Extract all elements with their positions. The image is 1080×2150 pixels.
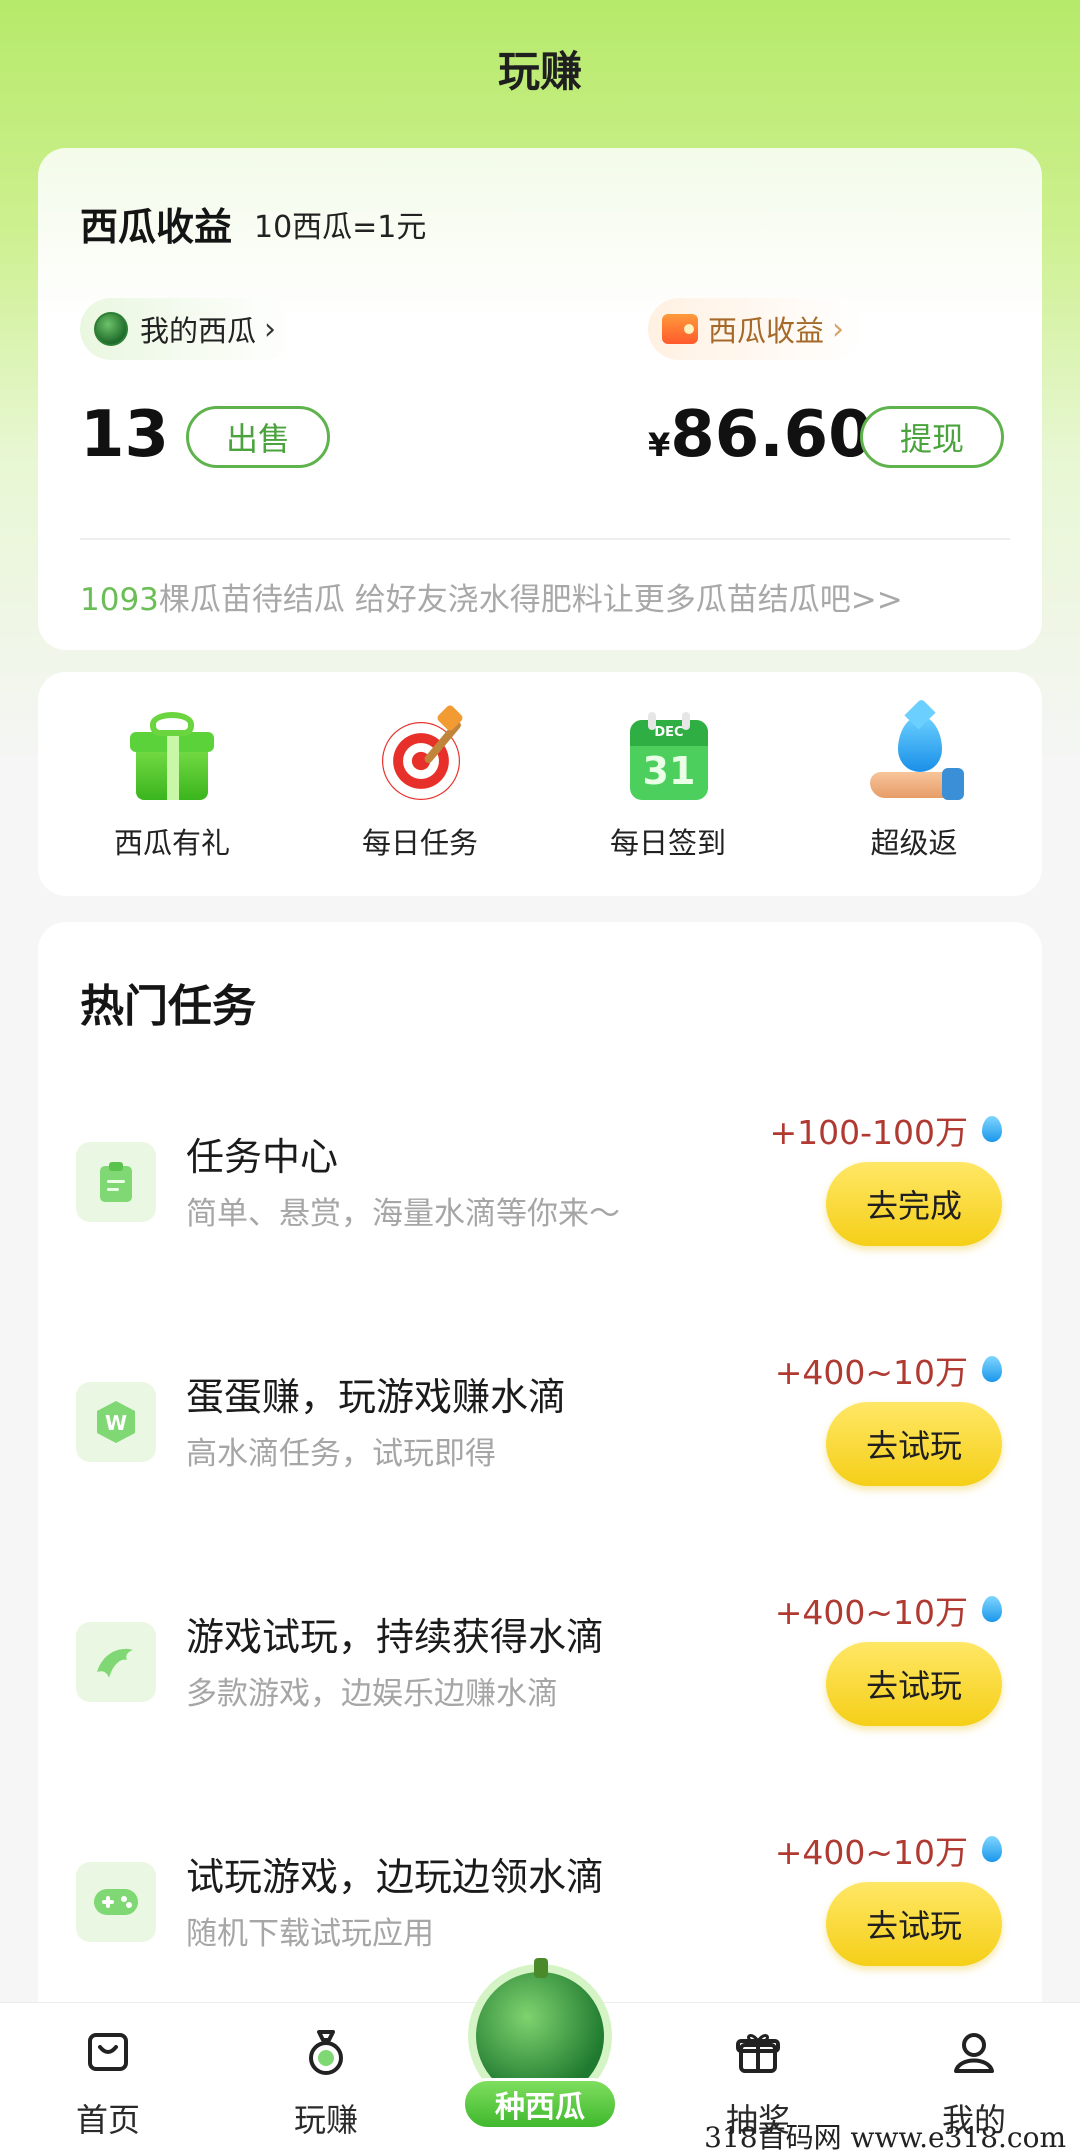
- divider: [80, 538, 1010, 540]
- task-row: 游戏试玩，持续获得水滴 多款游戏，边娱乐边赚水滴 +400~10万 去试玩: [38, 1546, 1042, 1746]
- gift-icon: [122, 708, 222, 804]
- quick-item-label: 西瓜有礼: [113, 826, 230, 860]
- task-description: 高水滴任务，试玩即得: [186, 1436, 496, 1472]
- water-drop-icon: [982, 1116, 1002, 1142]
- currency-symbol: ¥: [648, 426, 671, 464]
- svg-text:W: W: [105, 1411, 127, 1435]
- chevron-right-icon: ›: [832, 311, 845, 347]
- quick-item-label: 超级返: [870, 826, 958, 860]
- melon-income-label: 西瓜收益: [708, 314, 825, 348]
- chevron-right-icon: ›: [264, 311, 277, 347]
- page-title: 玩赚: [497, 47, 582, 96]
- task-row: W 蛋蛋赚，玩游戏赚水滴 高水滴任务，试玩即得 +400~10万 去试玩: [38, 1306, 1042, 1506]
- money-bag-icon: [256, 2025, 396, 2079]
- gamepad-icon: [76, 1862, 156, 1942]
- water-drop-icon: [982, 1356, 1002, 1382]
- quick-item-daily-task[interactable]: 每日任务: [320, 703, 520, 862]
- quick-item-label: 每日任务: [361, 826, 478, 860]
- calendar-month: DEC: [630, 720, 708, 746]
- quick-entries-card: 西瓜有礼 每日任务 DEC 31 每日签到 超级返: [38, 672, 1042, 896]
- task-try-button[interactable]: 去试玩: [826, 1642, 1002, 1726]
- withdraw-button[interactable]: 提现: [860, 406, 1004, 468]
- melon-income-link[interactable]: 西瓜收益 ›: [648, 298, 865, 360]
- balance-value: 86.60: [670, 398, 873, 472]
- earnings-title: 西瓜收益: [80, 205, 233, 249]
- water-drop-icon: [982, 1836, 1002, 1862]
- task-name: 任务中心: [186, 1135, 339, 1179]
- quick-item-label: 每日签到: [609, 826, 726, 860]
- sell-button[interactable]: 出售: [186, 406, 330, 468]
- task-name: 蛋蛋赚，玩游戏赚水滴: [186, 1375, 567, 1419]
- clipboard-icon: [76, 1142, 156, 1222]
- task-description: 多款游戏，边娱乐边赚水滴: [186, 1676, 558, 1712]
- tab-label: 首页: [75, 2101, 140, 2139]
- w-logo-icon: W: [76, 1382, 156, 1462]
- wallet-icon: [662, 314, 698, 344]
- task-description: 简单、悬赏，海量水滴等你来～: [186, 1196, 620, 1232]
- shopping-bag-icon: [38, 2025, 178, 2079]
- tab-plant-watermelon[interactable]: 种西瓜: [462, 1958, 618, 2150]
- seedling-tip-link[interactable]: 1093棵瓜苗待结瓜 给好友浇水得肥料让更多瓜苗结瓜吧>>: [80, 574, 903, 619]
- dolphin-icon: [76, 1622, 156, 1702]
- task-try-button[interactable]: 去试玩: [826, 1402, 1002, 1486]
- task-reward: +400~10万: [774, 1593, 968, 1632]
- earnings-card: 西瓜收益 10西瓜=1元 我的西瓜 › 西瓜收益 › 13 出售 ¥86.60 …: [38, 148, 1042, 650]
- task-reward: +400~10万: [774, 1353, 968, 1392]
- person-icon: [904, 2025, 1044, 2079]
- my-melon-label: 我的西瓜: [140, 314, 257, 348]
- my-melon-link[interactable]: 我的西瓜 ›: [80, 298, 297, 360]
- seedling-tip-text: 棵瓜苗待结瓜 给好友浇水得肥料让更多瓜苗结瓜吧>>: [158, 582, 903, 618]
- quick-item-daily-checkin[interactable]: DEC 31 每日签到: [568, 708, 768, 862]
- hot-tasks-title: 热门任务: [80, 981, 256, 1032]
- watermark: 318首码网 www.e318.com: [704, 2121, 1066, 2150]
- water-drop-hand-icon: [864, 708, 964, 804]
- melon-count: 13: [80, 398, 170, 472]
- task-reward: +100-100万: [769, 1113, 968, 1152]
- tab-label: 种西瓜: [462, 2078, 618, 2130]
- quick-item-melon-gift[interactable]: 西瓜有礼: [72, 708, 272, 862]
- task-description: 随机下载试玩应用: [186, 1916, 434, 1952]
- gift-box-icon: [688, 2025, 828, 2079]
- target-icon: [370, 703, 470, 804]
- quick-item-super-rebate[interactable]: 超级返: [814, 708, 1014, 862]
- tab-label: 玩赚: [293, 2101, 358, 2139]
- exchange-rate: 10西瓜=1元: [254, 210, 427, 245]
- task-row: 试玩游戏，边玩边领水滴 随机下载试玩应用 +400~10万 去试玩: [38, 1786, 1042, 1986]
- calendar-day: 31: [642, 749, 696, 793]
- task-try-button[interactable]: 去试玩: [826, 1882, 1002, 1966]
- task-reward: +400~10万: [774, 1833, 968, 1872]
- watermelon-icon: [94, 312, 128, 346]
- seedling-count: 1093: [80, 582, 159, 618]
- task-name: 试玩游戏，边玩边领水滴: [186, 1855, 605, 1899]
- tab-home[interactable]: 首页: [38, 2025, 178, 2141]
- task-row: 任务中心 简单、悬赏，海量水滴等你来～ +100-100万 去完成: [38, 1066, 1042, 1266]
- task-name: 游戏试玩，持续获得水滴: [186, 1615, 605, 1659]
- tab-play-earn[interactable]: 玩赚: [256, 2025, 396, 2141]
- task-complete-button[interactable]: 去完成: [826, 1162, 1002, 1246]
- calendar-icon: DEC 31: [618, 708, 718, 804]
- water-drop-icon: [982, 1596, 1002, 1622]
- balance-amount: ¥86.60: [648, 398, 873, 472]
